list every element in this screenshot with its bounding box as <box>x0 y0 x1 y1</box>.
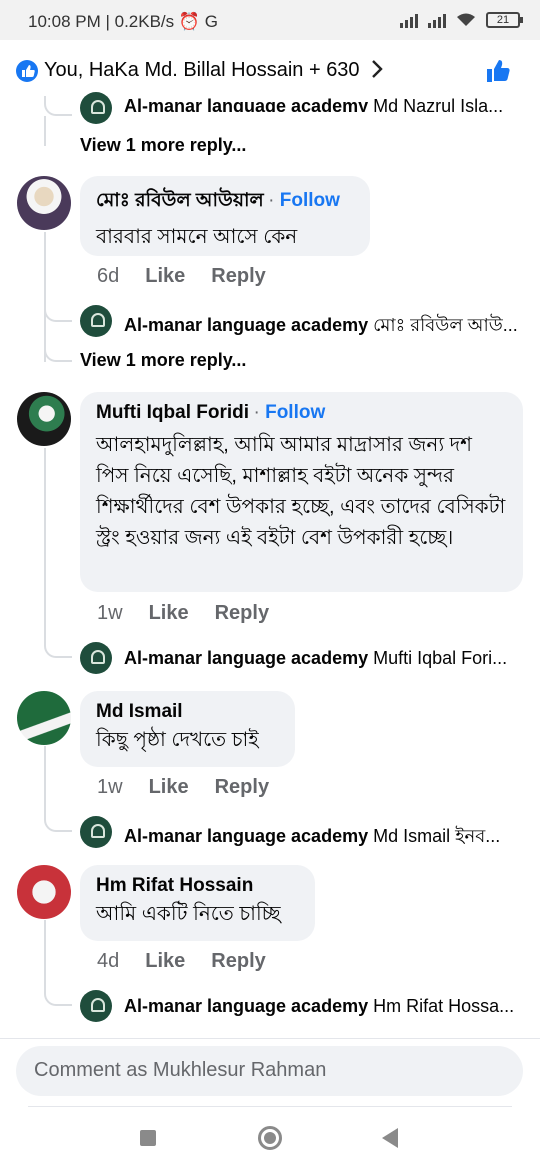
like-action[interactable]: Like <box>145 950 185 973</box>
comment-time: 1w <box>97 602 123 624</box>
thread-connector <box>44 810 72 832</box>
comment-actions: 1w Like Reply <box>97 602 269 625</box>
recents-icon[interactable] <box>140 1130 156 1146</box>
view-more-replies-link[interactable]: View 1 more reply... <box>80 350 246 371</box>
reply-action[interactable]: Reply <box>215 776 269 799</box>
like-action[interactable]: Like <box>145 265 185 288</box>
thread-line <box>44 746 46 812</box>
thread-connector <box>44 984 72 1006</box>
user-avatar[interactable] <box>17 865 71 919</box>
thread-line <box>44 920 46 986</box>
like-button[interactable] <box>484 56 514 86</box>
comment-bubble: মোঃ রবিউল আউয়াল · Follow বারবার সামনে আ… <box>80 176 370 256</box>
reply-preview[interactable]: Al-manar language academy Md Nazrul Isla… <box>124 96 503 112</box>
comment-time: 1w <box>97 776 123 798</box>
status-time: 10:08 PM | 0.2KB/s ⏰ G <box>28 12 218 31</box>
comment-text: কিছু পৃষ্ঠা দেখতে চাই <box>96 729 259 751</box>
status-icons: 21 <box>400 12 523 28</box>
signal-icon <box>400 12 418 28</box>
view-more-replies-link[interactable]: View 1 more reply... <box>80 135 246 156</box>
commenter-name[interactable]: Hm Rifat Hossain <box>96 875 299 897</box>
user-avatar[interactable] <box>17 392 71 446</box>
comment-time: 6d <box>97 265 120 287</box>
like-reaction-icon <box>16 60 38 82</box>
comment-text: বারবার সামনে আসে কেন <box>96 226 298 248</box>
chevron-right-icon[interactable] <box>370 58 384 86</box>
signal-icon <box>428 12 446 28</box>
battery-icon: 21 <box>486 12 523 28</box>
composer-divider <box>0 1038 540 1039</box>
reply-preview[interactable]: Al-manar language academy Md Ismail ইনব.… <box>124 822 500 853</box>
reply-preview[interactable]: Al-manar language academy Mufti Iqbal Fo… <box>124 648 507 669</box>
commenter-name[interactable]: মোঃ রবিউল আউয়াল <box>96 190 264 211</box>
page-avatar[interactable] <box>80 990 112 1022</box>
comment-bubble: Hm Rifat Hossain আমি একটি নিতে চাচ্ছি <box>80 865 315 941</box>
reply-preview[interactable]: Al-manar language academy Hm Rifat Hossa… <box>124 996 514 1017</box>
back-icon[interactable] <box>382 1128 398 1148</box>
reply-action[interactable]: Reply <box>211 265 265 288</box>
page-avatar[interactable] <box>80 816 112 848</box>
user-avatar[interactable] <box>17 176 71 230</box>
comment-time: 4d <box>97 950 120 972</box>
thread-connector <box>44 636 72 658</box>
commenter-name[interactable]: Md Ismail <box>96 701 279 723</box>
comment-actions: 4d Like Reply <box>97 950 266 973</box>
reply-action[interactable]: Reply <box>211 950 265 973</box>
reply-preview[interactable]: Al-manar language academy মোঃ রবিউল আউ..… <box>124 311 518 342</box>
wifi-icon <box>457 13 475 26</box>
comment-text: আমি একটি নিতে চাচ্ছি <box>96 903 281 925</box>
home-icon[interactable] <box>258 1126 282 1150</box>
comment-input[interactable]: Comment as Mukhlesur Rahman <box>16 1046 523 1096</box>
status-bar: 10:08 PM | 0.2KB/s ⏰ G 21 <box>0 0 540 40</box>
thread-line <box>44 448 46 638</box>
page-avatar[interactable] <box>80 305 112 337</box>
commenter-name[interactable]: Mufti Iqbal Foridi <box>96 402 249 423</box>
user-avatar[interactable] <box>17 691 71 745</box>
like-action[interactable]: Like <box>149 776 189 799</box>
thread-connector <box>44 340 72 362</box>
system-nav-bar <box>0 1110 540 1170</box>
comment-actions: 6d Like Reply <box>97 265 266 288</box>
like-action[interactable]: Like <box>149 602 189 625</box>
thread-connector <box>44 96 72 116</box>
comment-bubble: Mufti Iqbal Foridi · Follow আলহামদুলিল্ল… <box>80 392 523 592</box>
divider <box>28 1106 512 1107</box>
comment-actions: 1w Like Reply <box>97 776 269 799</box>
comment-text: আলহামদুলিল্লাহ, আমি আমার মাদ্রাসার জন্য … <box>96 434 506 549</box>
thread-connector <box>44 300 72 322</box>
reactions-header[interactable]: You, HaKa Md. Billal Hossain + 630 <box>0 40 540 102</box>
reactors-summary[interactable]: You, HaKa Md. Billal Hossain + 630 <box>44 59 360 82</box>
comment-bubble: Md Ismail কিছু পৃষ্ঠা দেখতে চাই <box>80 691 295 767</box>
thread-connector <box>44 116 72 146</box>
reply-action[interactable]: Reply <box>215 602 269 625</box>
follow-button[interactable]: Follow <box>265 402 325 423</box>
follow-button[interactable]: Follow <box>280 190 340 211</box>
page-avatar[interactable] <box>80 92 112 124</box>
page-avatar[interactable] <box>80 642 112 674</box>
